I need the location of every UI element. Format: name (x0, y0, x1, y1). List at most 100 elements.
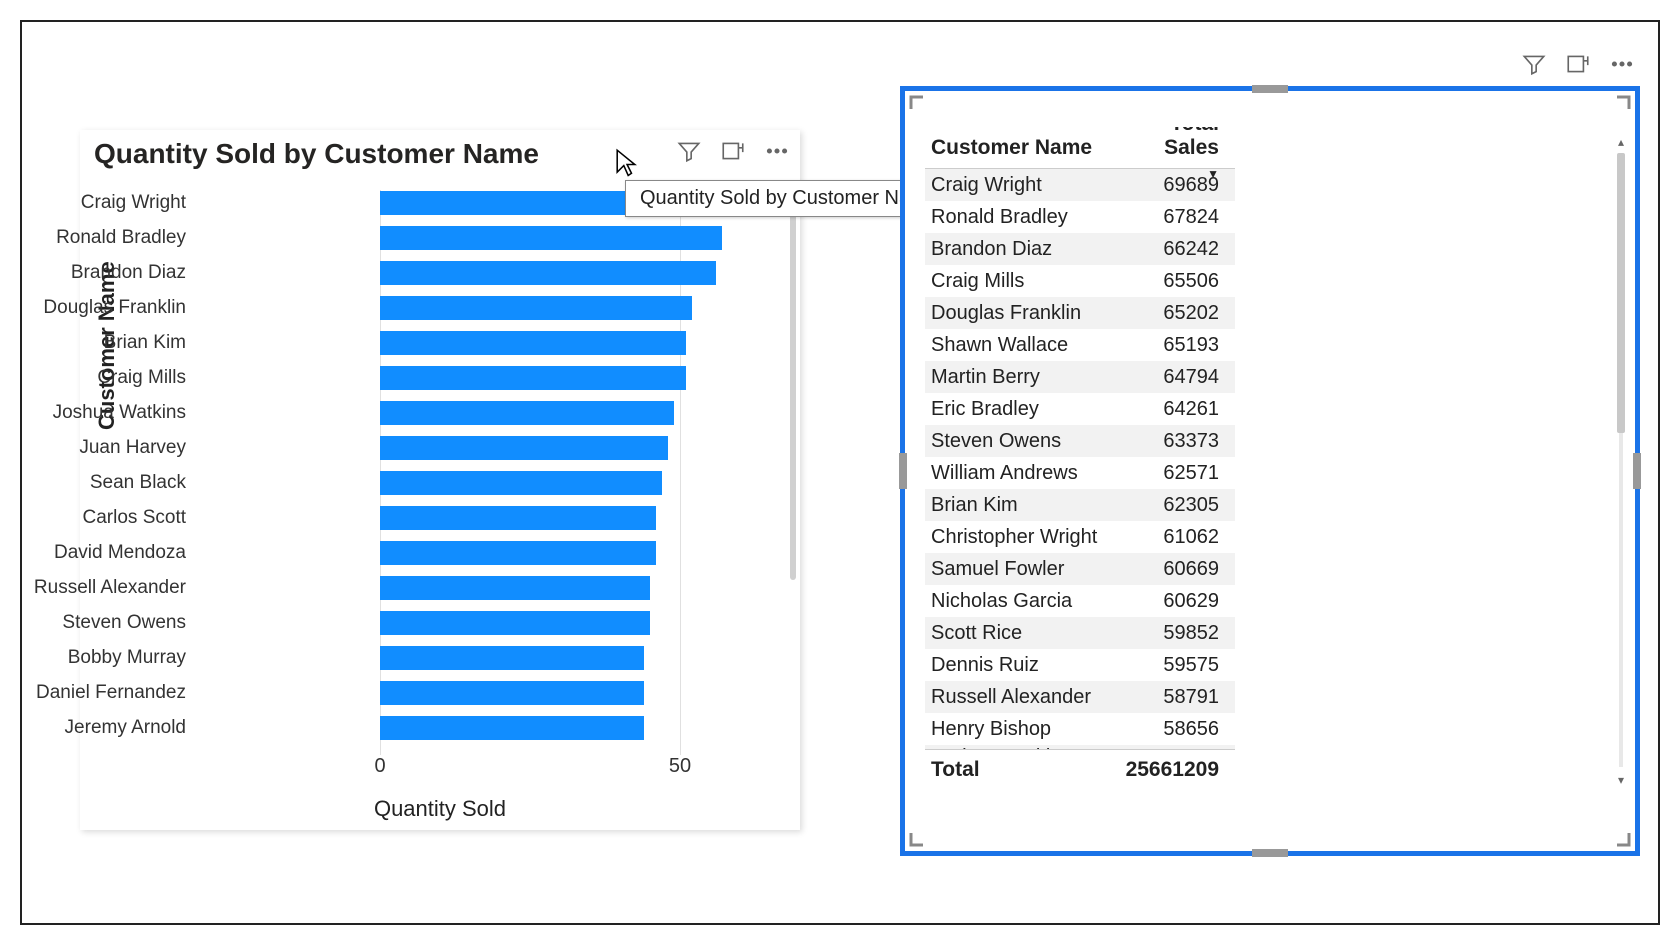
table-inner: Customer Name Total Sales ▼ Craig Wright… (925, 127, 1235, 807)
bar[interactable] (380, 366, 686, 390)
bar[interactable] (380, 611, 650, 635)
table-row[interactable]: Samuel Fowler60669 (925, 553, 1235, 585)
cell-name: Douglas Franklin (925, 302, 1115, 325)
cell-name: Henry Bishop (925, 718, 1115, 741)
table-row[interactable]: Henry Bishop58656 (925, 713, 1235, 745)
cell-name: Craig Mills (925, 270, 1115, 293)
chart-scrollbar-thumb[interactable] (790, 200, 796, 580)
cell-value: 58038 (1115, 746, 1225, 750)
table-row[interactable]: Craig Wright69689 (925, 169, 1235, 201)
resize-corner-br[interactable] (1611, 827, 1631, 847)
cell-name: Christopher Wright (925, 526, 1115, 549)
cell-value: 65193 (1115, 334, 1225, 357)
table-row[interactable]: Dennis Ruiz59575 (925, 649, 1235, 681)
focus-mode-icon[interactable] (1565, 51, 1591, 82)
cell-value: 67824 (1115, 206, 1225, 229)
table-row[interactable]: Christopher Wright61062 (925, 521, 1235, 553)
scroll-up-icon[interactable]: ▴ (1615, 135, 1627, 147)
resize-corner-bl[interactable] (909, 827, 929, 847)
table-row[interactable]: Nicholas Garcia60629 (925, 585, 1235, 617)
cell-name: Steven Owens (925, 430, 1115, 453)
bar[interactable] (380, 506, 656, 530)
filter-icon[interactable] (676, 138, 702, 169)
bar-label: Juan Harvey (6, 437, 186, 459)
table-row[interactable]: Craig Mills65506 (925, 265, 1235, 297)
more-options-icon[interactable] (764, 138, 790, 169)
table-row[interactable]: Joshua Watkins58038 (925, 745, 1235, 749)
table-row[interactable]: William Andrews62571 (925, 457, 1235, 489)
table-body: Craig Wright69689Ronald Bradley67824Bran… (925, 169, 1235, 749)
table-scrollbar[interactable]: ▴ ▾ (1615, 135, 1627, 785)
table-row[interactable]: Scott Rice59852 (925, 617, 1235, 649)
cell-value: 65506 (1115, 270, 1225, 293)
more-options-icon[interactable] (1609, 51, 1635, 82)
table-row[interactable]: Eric Bradley64261 (925, 393, 1235, 425)
cell-value: 66242 (1115, 238, 1225, 261)
bar[interactable] (380, 296, 692, 320)
bar-label: David Mendoza (6, 542, 186, 564)
table-row[interactable]: Brandon Diaz66242 (925, 233, 1235, 265)
table-row[interactable]: Shawn Wallace65193 (925, 329, 1235, 361)
cell-name: Ronald Bradley (925, 206, 1115, 229)
bar-label: Carlos Scott (6, 507, 186, 529)
x-tick-label: 0 (374, 755, 385, 778)
table-visual[interactable]: Customer Name Total Sales ▼ Craig Wright… (900, 86, 1640, 856)
chart-scrollbar[interactable] (788, 190, 798, 780)
cell-value: 63373 (1115, 430, 1225, 453)
chart-title: Quantity Sold by Customer Name (94, 138, 539, 170)
bar[interactable] (380, 226, 722, 250)
resize-handle-left[interactable] (899, 453, 907, 489)
bar[interactable] (380, 331, 686, 355)
cell-value: 65202 (1115, 302, 1225, 325)
focus-mode-icon[interactable] (720, 138, 746, 169)
bar[interactable] (380, 576, 650, 600)
cell-name: Joshua Watkins (925, 746, 1115, 750)
table-toolbar (905, 51, 1635, 82)
bar[interactable] (380, 716, 644, 740)
table-row[interactable]: Douglas Franklin65202 (925, 297, 1235, 329)
resize-handle-right[interactable] (1633, 453, 1641, 489)
cell-value: 62571 (1115, 462, 1225, 485)
bar[interactable] (380, 261, 716, 285)
bar[interactable] (380, 681, 644, 705)
bar[interactable] (380, 401, 674, 425)
bar[interactable] (380, 471, 662, 495)
bar-label: Craig Wright (6, 192, 186, 214)
bar-chart-visual[interactable]: Quantity Sold by Customer Name Customer … (80, 130, 800, 830)
cell-value: 59575 (1115, 654, 1225, 677)
bar-label: Brandon Diaz (6, 262, 186, 284)
bar[interactable] (380, 646, 644, 670)
table-header[interactable]: Customer Name Total Sales ▼ (925, 127, 1235, 169)
bar[interactable] (380, 541, 656, 565)
table-row[interactable]: Martin Berry64794 (925, 361, 1235, 393)
cell-name: Russell Alexander (925, 686, 1115, 709)
cell-value: 59852 (1115, 622, 1225, 645)
filter-icon[interactable] (1521, 51, 1547, 82)
cell-value: 60669 (1115, 558, 1225, 581)
table-row[interactable]: Russell Alexander58791 (925, 681, 1235, 713)
table-row[interactable]: Steven Owens63373 (925, 425, 1235, 457)
cell-value: 64261 (1115, 398, 1225, 421)
table-total-row: Total 25661209 (925, 749, 1235, 789)
total-label: Total (925, 758, 1115, 782)
bar-label: Brian Kim (6, 332, 186, 354)
cell-value: 61062 (1115, 526, 1225, 549)
cell-name: William Andrews (925, 462, 1115, 485)
column-header-name[interactable]: Customer Name (925, 136, 1115, 160)
table-row[interactable]: Ronald Bradley67824 (925, 201, 1235, 233)
bar-label: Daniel Fernandez (6, 682, 186, 704)
cell-name: Martin Berry (925, 366, 1115, 389)
cell-value: 69689 (1115, 174, 1225, 197)
scrollbar-thumb[interactable] (1617, 153, 1625, 433)
bar-label: Steven Owens (6, 612, 186, 634)
scroll-down-icon[interactable]: ▾ (1615, 773, 1627, 785)
resize-handle-top[interactable] (1252, 85, 1288, 93)
resize-corner-tl[interactable] (909, 95, 929, 115)
cell-name: Nicholas Garcia (925, 590, 1115, 613)
table-row[interactable]: Brian Kim62305 (925, 489, 1235, 521)
resize-corner-tr[interactable] (1611, 95, 1631, 115)
x-tick-label: 50 (669, 755, 691, 778)
cell-value: 58791 (1115, 686, 1225, 709)
resize-handle-bottom[interactable] (1252, 849, 1288, 857)
bar[interactable] (380, 436, 668, 460)
